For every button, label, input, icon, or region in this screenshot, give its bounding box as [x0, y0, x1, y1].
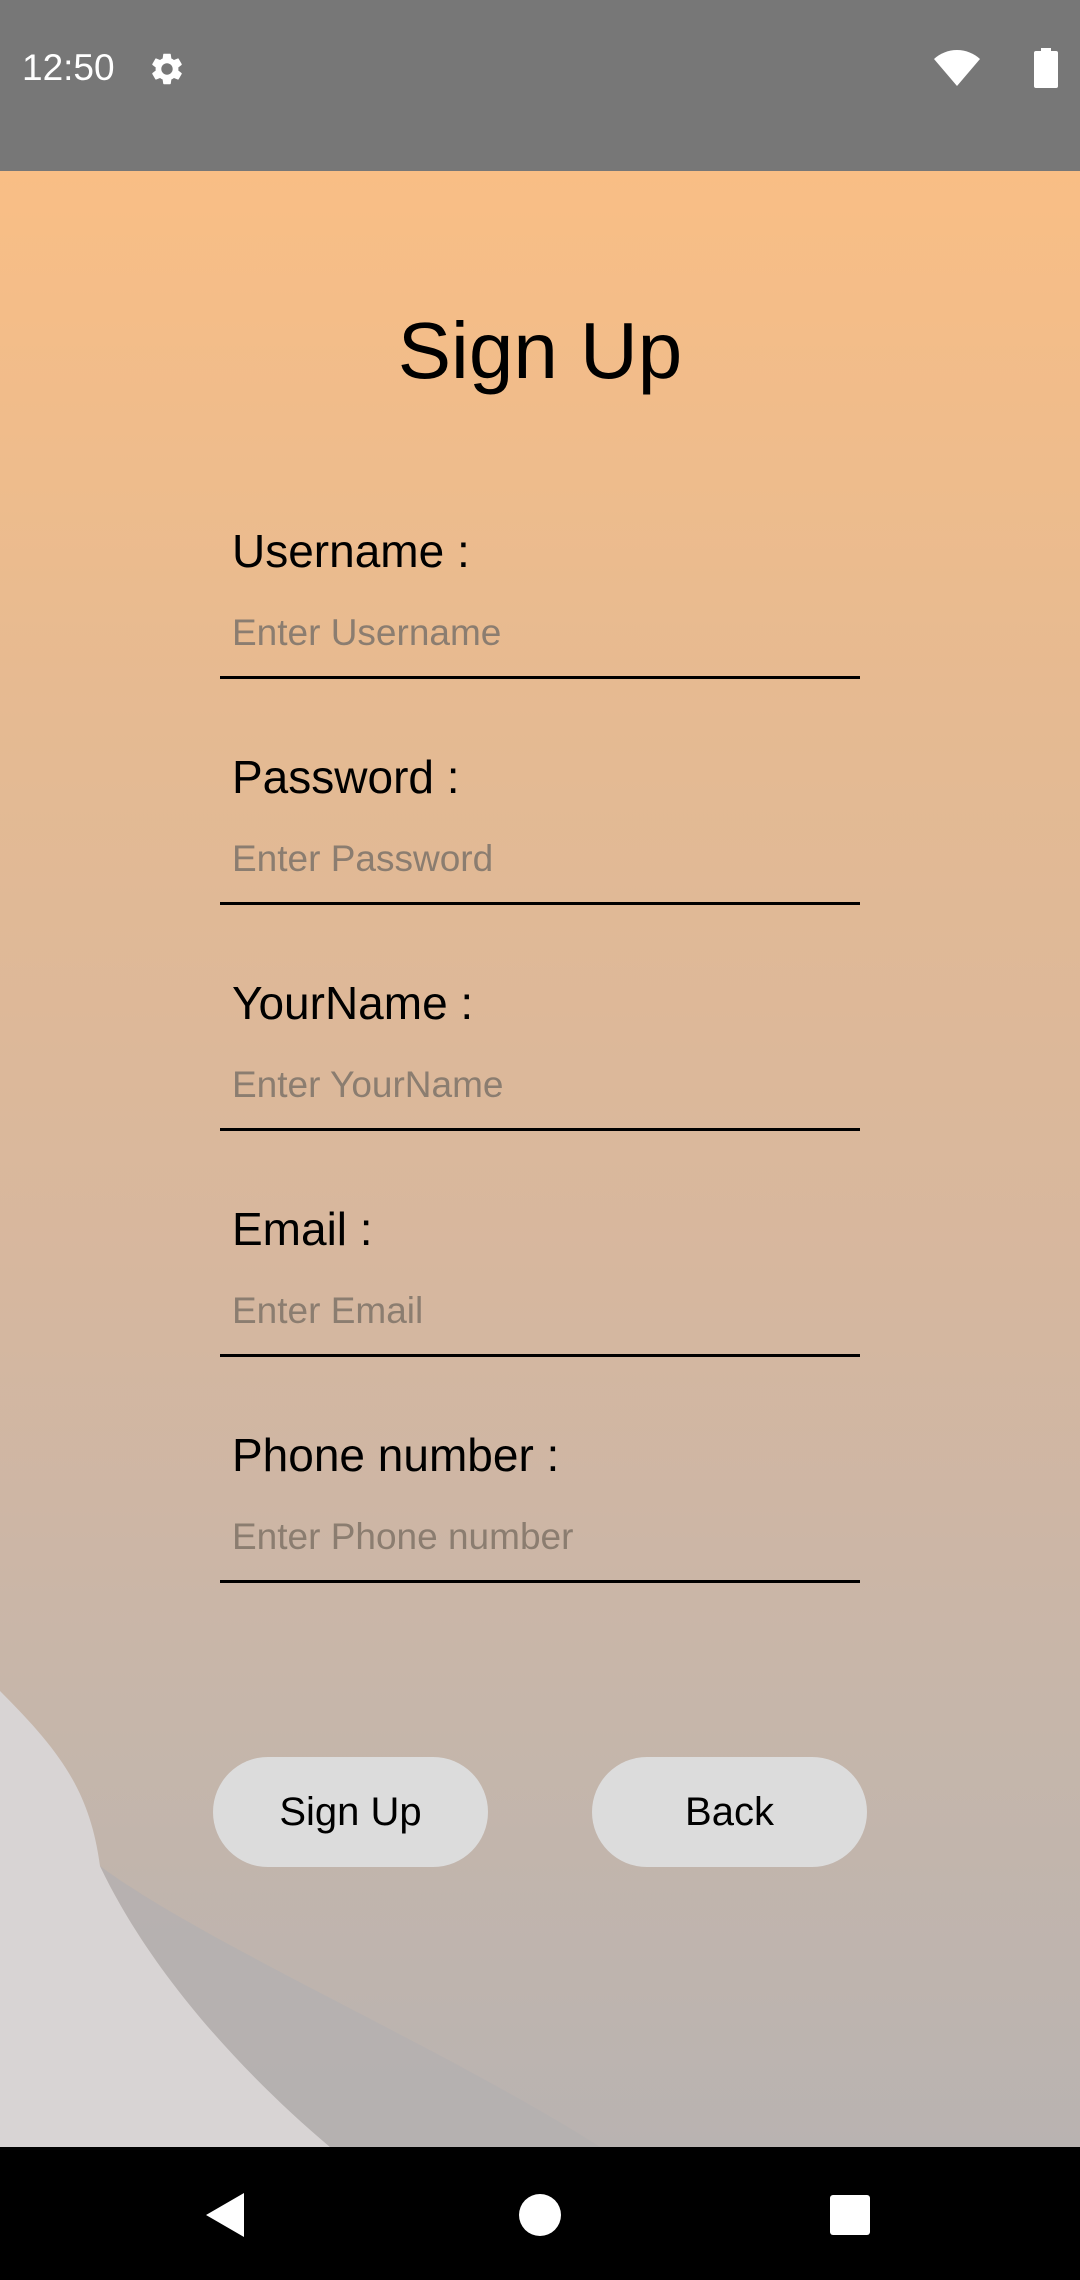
- username-label: Username :: [232, 525, 470, 577]
- phone-field-group: Phone number :: [220, 1427, 860, 1627]
- status-bar: 12:50: [0, 0, 1080, 171]
- yourname-input[interactable]: [220, 1041, 860, 1131]
- email-input[interactable]: [220, 1267, 860, 1357]
- wifi-icon: [934, 50, 980, 86]
- phone-label: Phone number :: [232, 1429, 560, 1481]
- yourname-field-group: YourName :: [220, 975, 860, 1175]
- password-label: Password :: [232, 751, 460, 803]
- home-circle-icon[interactable]: [492, 2167, 588, 2263]
- yourname-label: YourName :: [232, 977, 474, 1029]
- password-field-group: Password :: [220, 749, 860, 949]
- page-title: Sign Up: [397, 306, 683, 395]
- battery-icon: [1034, 48, 1058, 88]
- signup-button[interactable]: Sign Up: [213, 1757, 488, 1867]
- signup-content: Sign Up Username : Password : YourName :…: [0, 171, 1080, 2147]
- back-button[interactable]: Back: [592, 1757, 867, 1867]
- gear-icon: [152, 53, 182, 85]
- username-input[interactable]: [220, 589, 860, 679]
- back-triangle-icon[interactable]: [178, 2167, 274, 2263]
- phone-input[interactable]: [220, 1493, 860, 1583]
- username-field-group: Username :: [220, 523, 860, 723]
- email-label: Email :: [232, 1203, 373, 1255]
- navigation-bar: [0, 2147, 1080, 2280]
- password-input[interactable]: [220, 815, 860, 905]
- app-screen: 12:50 Sign Up Username : Password : Your…: [0, 0, 1080, 2280]
- status-time: 12:50: [22, 47, 115, 88]
- recents-square-icon[interactable]: [802, 2167, 898, 2263]
- email-field-group: Email :: [220, 1201, 860, 1401]
